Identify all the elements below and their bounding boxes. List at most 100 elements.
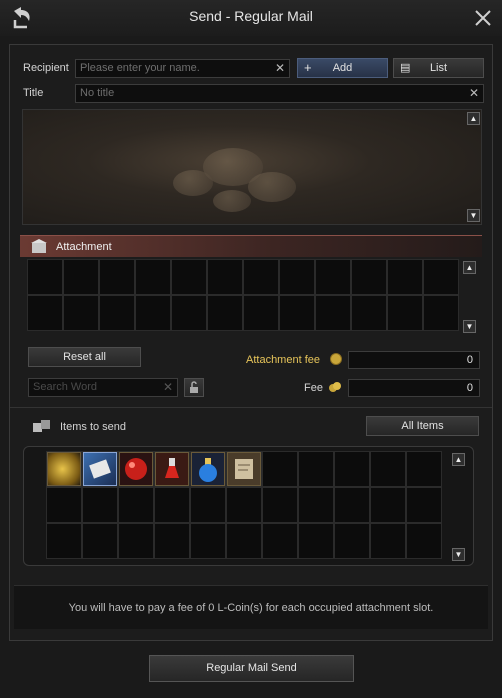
items-scroll-down-arrow[interactable]: ▼	[452, 548, 465, 561]
inventory-slot[interactable]	[118, 487, 154, 523]
attachment-slot[interactable]	[351, 295, 387, 331]
inventory-slot[interactable]	[82, 487, 118, 523]
attachment-slot[interactable]	[135, 295, 171, 331]
list-icon: ▤	[400, 62, 411, 74]
attachment-slot[interactable]	[279, 259, 315, 295]
inventory-slot[interactable]	[370, 523, 406, 559]
attachment-slot[interactable]	[279, 295, 315, 331]
inventory-slot[interactable]	[334, 523, 370, 559]
items-to-send-icon	[33, 420, 50, 432]
recipient-label: Recipient	[23, 62, 69, 74]
inventory-slot[interactable]	[262, 487, 298, 523]
inventory-slot[interactable]	[370, 487, 406, 523]
add-button[interactable]: + Add	[297, 58, 388, 78]
close-icon	[475, 10, 491, 26]
inventory-slot[interactable]	[334, 451, 370, 487]
send-mail-button[interactable]: Regular Mail Send	[149, 655, 354, 682]
coins-icon	[329, 382, 341, 392]
inventory-slot[interactable]	[262, 523, 298, 559]
attachment-slot[interactable]	[315, 259, 351, 295]
inventory-slot[interactable]	[154, 487, 190, 523]
attachment-slot[interactable]	[351, 259, 387, 295]
inventory-slot[interactable]	[82, 523, 118, 559]
inventory-slot[interactable]	[118, 523, 154, 559]
lock-button[interactable]	[184, 378, 204, 397]
attachment-slot[interactable]	[27, 295, 63, 331]
add-button-label: Add	[332, 62, 353, 74]
attachment-slot[interactable]	[423, 259, 459, 295]
attachment-slot[interactable]	[423, 295, 459, 331]
inventory-slot[interactable]	[406, 451, 442, 487]
attachment-header: Attachment	[20, 235, 482, 257]
attachment-slot[interactable]	[243, 259, 279, 295]
search-word-input[interactable]: Search Word ✕	[28, 378, 178, 397]
red-orb-icon[interactable]	[119, 452, 153, 486]
attachment-slot[interactable]	[387, 295, 423, 331]
inventory-slot[interactable]	[334, 487, 370, 523]
inventory-slot[interactable]	[406, 523, 442, 559]
inventory-slot[interactable]	[370, 451, 406, 487]
red-potion-icon[interactable]	[155, 452, 189, 486]
recipient-input[interactable]: Please enter your name. ✕	[75, 59, 290, 78]
attachment-slot[interactable]	[99, 259, 135, 295]
reset-all-button[interactable]: Reset all	[28, 347, 141, 367]
recipient-placeholder: Please enter your name.	[80, 62, 200, 74]
list-button[interactable]: ▤ List	[393, 58, 484, 78]
inventory-slot[interactable]	[190, 523, 226, 559]
attachment-header-label: Attachment	[56, 241, 112, 253]
attachment-box-icon	[31, 239, 47, 253]
send-mail-window: Send - Regular Mail Recipient Please ent…	[0, 0, 502, 698]
inventory-slot[interactable]	[406, 487, 442, 523]
clear-search-icon[interactable]: ✕	[163, 380, 173, 394]
attachment-slot[interactable]	[387, 259, 423, 295]
title-input[interactable]: No title ✕	[75, 84, 484, 103]
lock-icon	[190, 381, 198, 393]
inventory-slot[interactable]	[46, 487, 82, 523]
clear-recipient-icon[interactable]: ✕	[275, 61, 285, 75]
inventory-slot[interactable]	[298, 523, 334, 559]
inventory-slot[interactable]	[298, 451, 334, 487]
inventory-slot[interactable]	[226, 523, 262, 559]
inventory-slot[interactable]	[190, 487, 226, 523]
attachment-slot[interactable]	[315, 295, 351, 331]
items-to-send-label: Items to send	[60, 421, 127, 433]
mail-panel: Recipient Please enter your name. ✕ + Ad…	[9, 44, 493, 641]
inventory-slot[interactable]	[226, 487, 262, 523]
inventory-slot[interactable]	[154, 523, 190, 559]
attachment-slot[interactable]	[63, 295, 99, 331]
attachment-scroll-down-arrow[interactable]: ▼	[463, 320, 476, 333]
map-icon[interactable]	[227, 452, 261, 486]
fee-label: Fee	[304, 382, 323, 394]
coin-icon	[330, 353, 342, 365]
attachment-slot[interactable]	[207, 295, 243, 331]
window-title: Send - Regular Mail	[189, 8, 313, 24]
scroll-icon[interactable]	[83, 452, 117, 486]
gold-coins-icon[interactable]	[47, 452, 81, 486]
attachment-slot[interactable]	[171, 295, 207, 331]
inventory-slot[interactable]	[262, 451, 298, 487]
attachment-slot[interactable]	[27, 259, 63, 295]
attachment-slot[interactable]	[63, 259, 99, 295]
coin-watermark	[173, 170, 213, 196]
scroll-up-arrow[interactable]: ▲	[467, 112, 480, 125]
message-body[interactable]: ▲ ▼	[22, 109, 482, 225]
attachment-slot[interactable]	[243, 295, 279, 331]
blue-potion-icon[interactable]	[191, 452, 225, 486]
attachment-slot[interactable]	[207, 259, 243, 295]
close-button[interactable]	[473, 8, 493, 28]
attachment-slot[interactable]	[135, 259, 171, 295]
attachment-slot[interactable]	[99, 295, 135, 331]
inventory-slot[interactable]	[298, 487, 334, 523]
attachment-scroll-up-arrow[interactable]: ▲	[463, 261, 476, 274]
all-items-button[interactable]: All Items	[366, 416, 479, 436]
divider	[10, 407, 492, 408]
inventory-slot[interactable]	[46, 523, 82, 559]
title-bar: Send - Regular Mail	[0, 0, 502, 36]
clear-title-icon[interactable]: ✕	[469, 86, 479, 100]
scroll-down-arrow[interactable]: ▼	[467, 209, 480, 222]
attachment-fee-value: 0	[348, 351, 480, 369]
items-inventory: ▲ ▼	[23, 446, 474, 566]
list-button-label: List	[429, 62, 448, 74]
items-scroll-up-arrow[interactable]: ▲	[452, 453, 465, 466]
attachment-slot[interactable]	[171, 259, 207, 295]
